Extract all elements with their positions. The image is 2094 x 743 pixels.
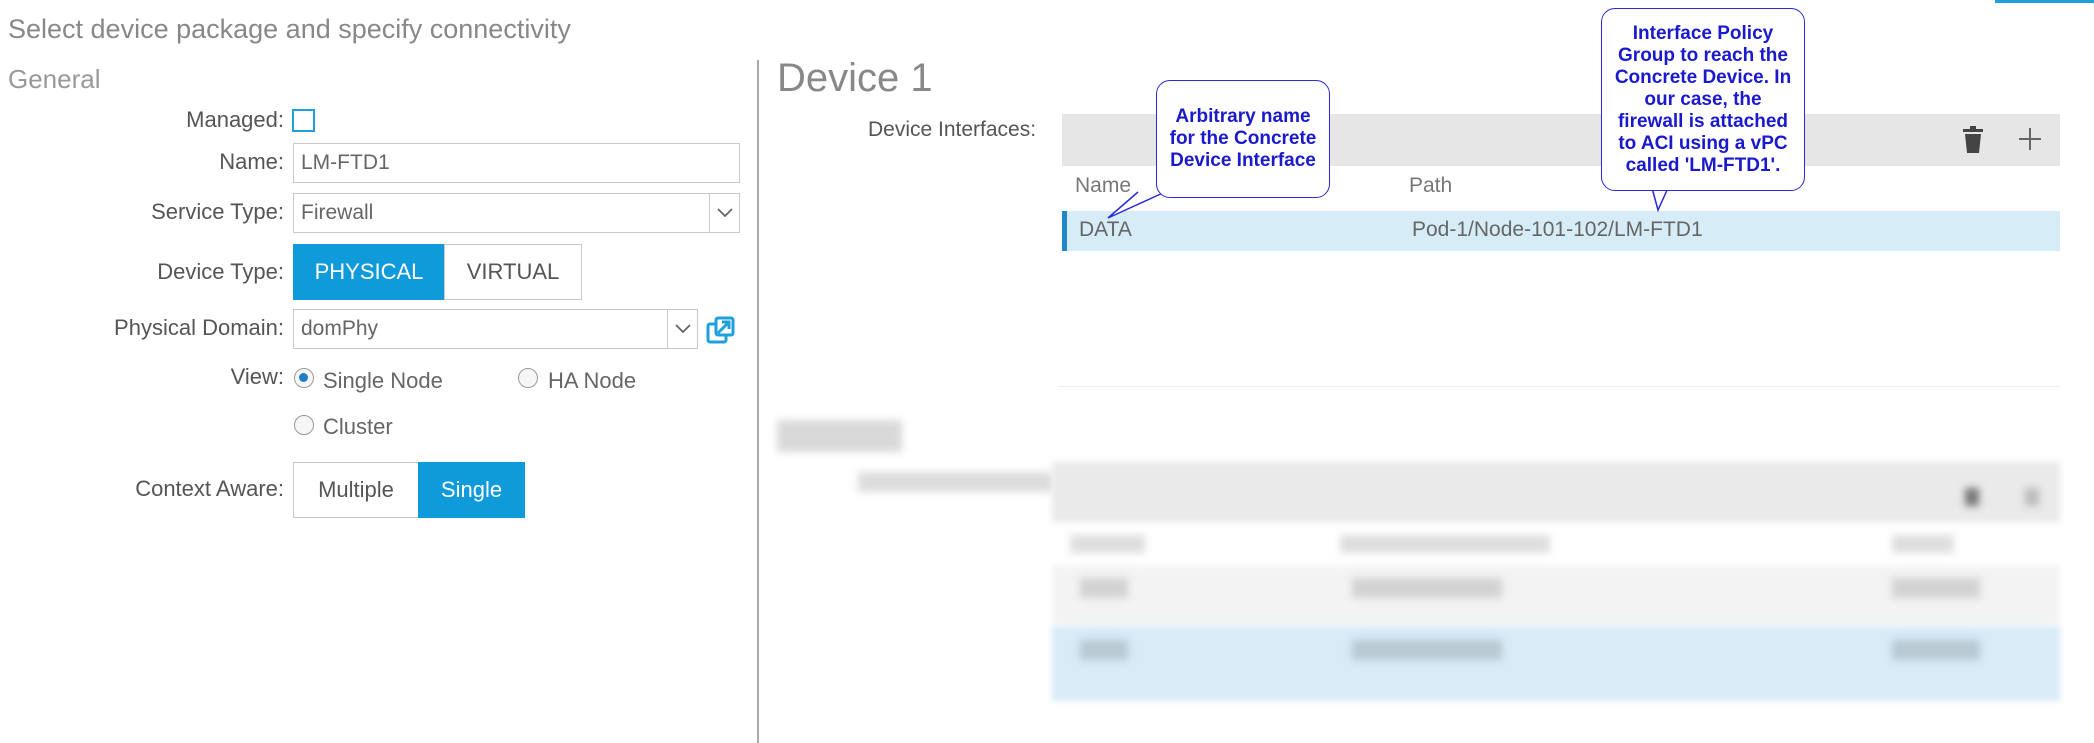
name-input[interactable]: LM-FTD1: [293, 143, 740, 183]
blurred-col-2: [1340, 535, 1550, 553]
callout-path-note: Interface Policy Group to reach the Conc…: [1601, 8, 1805, 191]
blurred-row1-cell2: [1352, 578, 1502, 598]
managed-label: Managed:: [186, 107, 284, 132]
context-aware-label: Context Aware:: [135, 476, 284, 501]
service-type-value: Firewall: [301, 201, 374, 224]
device-interfaces-label: Device Interfaces:: [868, 118, 1037, 141]
view-single-node-radio[interactable]: [294, 368, 314, 388]
blurred-row1-cell1: [1080, 578, 1128, 598]
callout-name-note: Arbitrary name for the Concrete Device I…: [1156, 80, 1330, 198]
view-single-node-label: Single Node: [323, 368, 443, 393]
open-link-icon[interactable]: [706, 316, 735, 345]
managed-checkbox[interactable]: [292, 109, 315, 132]
blurred-plus-icon: [2025, 488, 2039, 506]
blurred-trash-icon: [1965, 488, 1979, 506]
panel-divider: [757, 60, 759, 743]
blurred-row-2: [1052, 626, 2060, 701]
context-aware-multiple-button[interactable]: Multiple: [293, 462, 419, 518]
physical-domain-select[interactable]: domPhy: [293, 309, 698, 349]
header-accent: [1995, 0, 2094, 3]
column-header-path[interactable]: Path: [1409, 174, 1452, 198]
trash-icon[interactable]: [1962, 126, 1984, 159]
view-ha-node-label: HA Node: [548, 368, 637, 393]
view-cluster-label: Cluster: [323, 414, 393, 439]
section-separator: [1058, 386, 2060, 387]
name-input-value: LM-FTD1: [301, 151, 390, 174]
blurred-row2-cell3: [1892, 640, 1980, 660]
chevron-down-icon[interactable]: [667, 310, 697, 348]
service-type-select[interactable]: Firewall: [293, 193, 740, 233]
page-title: Select device package and specify connec…: [8, 14, 571, 44]
blurred-row2-cell1: [1080, 640, 1128, 660]
blurred-col-3: [1892, 535, 1954, 553]
blurred-toolbar: [1052, 462, 2060, 522]
device-type-label: Device Type:: [157, 259, 284, 284]
plus-icon[interactable]: [2017, 126, 2043, 157]
device-type-physical-button[interactable]: PHYSICAL: [293, 244, 445, 300]
blurred-title: [777, 420, 902, 452]
row-path-cell: Pod-1/Node-101-102/LM-FTD1: [1412, 218, 1703, 241]
context-aware-single-button[interactable]: Single: [418, 462, 525, 518]
blurred-row1-cell3: [1892, 578, 1980, 598]
service-type-label: Service Type:: [151, 199, 284, 224]
blurred-row2-cell2: [1352, 640, 1502, 660]
name-label: Name:: [219, 149, 284, 174]
section-general-title: General: [8, 64, 101, 94]
view-label: View:: [230, 364, 284, 389]
chevron-down-icon[interactable]: [709, 194, 739, 232]
blurred-label: [858, 472, 1053, 492]
view-ha-node-radio[interactable]: [518, 368, 538, 388]
view-cluster-radio[interactable]: [294, 415, 314, 435]
blurred-col-1: [1070, 535, 1145, 553]
physical-domain-value: domPhy: [301, 317, 379, 340]
device-type-virtual-button[interactable]: VIRTUAL: [444, 244, 582, 300]
device-title: Device 1: [777, 56, 933, 100]
physical-domain-label: Physical Domain:: [114, 315, 284, 340]
row-selected-indicator: [1062, 211, 1067, 251]
